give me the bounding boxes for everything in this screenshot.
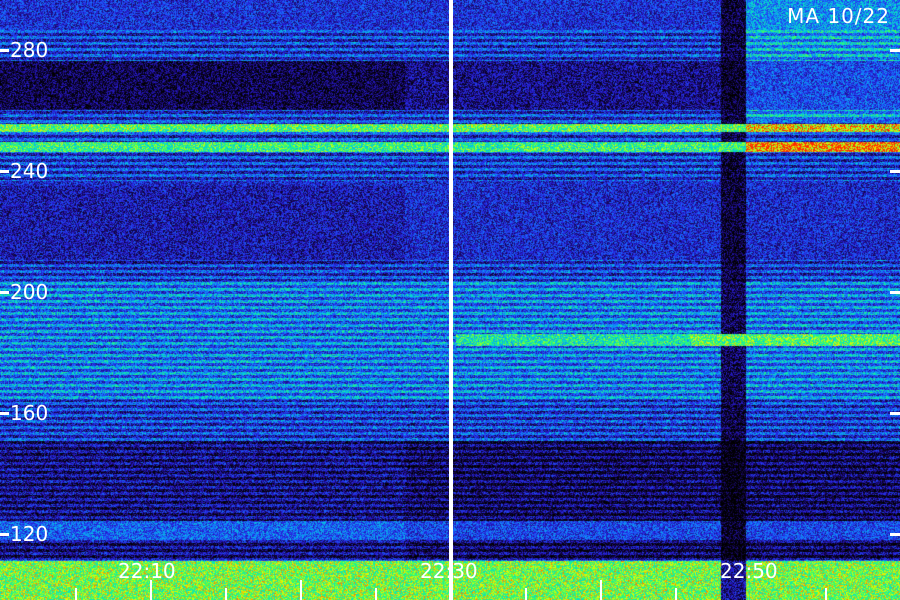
y-tick-mark-right — [890, 412, 900, 415]
y-tick-mark-left — [0, 533, 9, 536]
x-tick-mark — [75, 588, 77, 600]
y-tick-label-280: 280 — [10, 38, 49, 62]
x-tick-mark — [300, 580, 302, 600]
y-tick-mark-right — [890, 291, 900, 294]
x-tick-mark — [375, 588, 377, 600]
y-tick-label-120: 120 — [10, 522, 49, 546]
y-tick-mark-left — [0, 412, 9, 415]
time-marker-line — [449, 0, 453, 600]
y-tick-mark-left — [0, 291, 9, 294]
station-date-label: MA 10/22 — [787, 4, 890, 28]
x-tick-mark — [600, 580, 602, 600]
x-tick-mark — [150, 580, 152, 600]
x-tick-mark — [675, 588, 677, 600]
y-tick-mark-right — [890, 533, 900, 536]
x-tick-mark — [525, 588, 527, 600]
y-tick-mark-left — [0, 49, 9, 52]
y-tick-label-200: 200 — [10, 280, 49, 304]
x-tick-label-2250: 22:50 — [720, 559, 778, 583]
y-tick-mark-left — [0, 170, 9, 173]
x-tick-mark — [825, 588, 827, 600]
y-tick-mark-right — [890, 170, 900, 173]
x-tick-mark — [225, 588, 227, 600]
x-tick-label-2210: 22:10 — [118, 559, 176, 583]
y-tick-label-240: 240 — [10, 159, 49, 183]
y-tick-mark-right — [890, 49, 900, 52]
y-tick-label-160: 160 — [10, 401, 49, 425]
